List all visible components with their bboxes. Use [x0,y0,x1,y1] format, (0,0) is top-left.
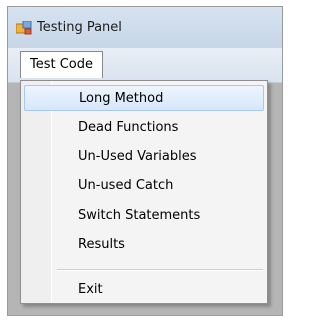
menu-item-label: Exit [78,282,103,297]
menu-item-switch-statements[interactable]: Switch Statements [24,203,264,229]
title-bar[interactable]: Testing Panel [8,7,282,49]
menu-item-label: Dead Functions [78,120,179,135]
menu-item-dead-functions[interactable]: Dead Functions [24,115,264,141]
testing-panel-window: Testing Panel Test Code Long Method Dead… [7,6,283,316]
menu-item-long-method[interactable]: Long Method [24,85,264,111]
menu-item-results[interactable]: Results [24,232,264,258]
menu-item-exit[interactable]: Exit [24,277,264,303]
menu-item-label: Un-used Catch [78,178,174,193]
menu-item-label: Results [78,237,125,252]
menu-bar: Test Code [8,48,282,83]
app-icon [16,21,32,35]
menu-item-label: Switch Statements [78,208,201,223]
menu-item-label: Long Method [79,91,164,106]
menu-item-label: Un-Used Variables [78,149,197,164]
menu-item-unused-catch[interactable]: Un-used Catch [24,173,264,199]
window-title: Testing Panel [37,20,122,35]
menu-item-unused-variables[interactable]: Un-Used Variables [24,144,264,170]
menu-test-code[interactable]: Test Code [20,51,104,78]
menu-separator-highlight [57,270,263,271]
dropdown-menu: Long Method Dead Functions Un-Used Varia… [20,80,268,304]
